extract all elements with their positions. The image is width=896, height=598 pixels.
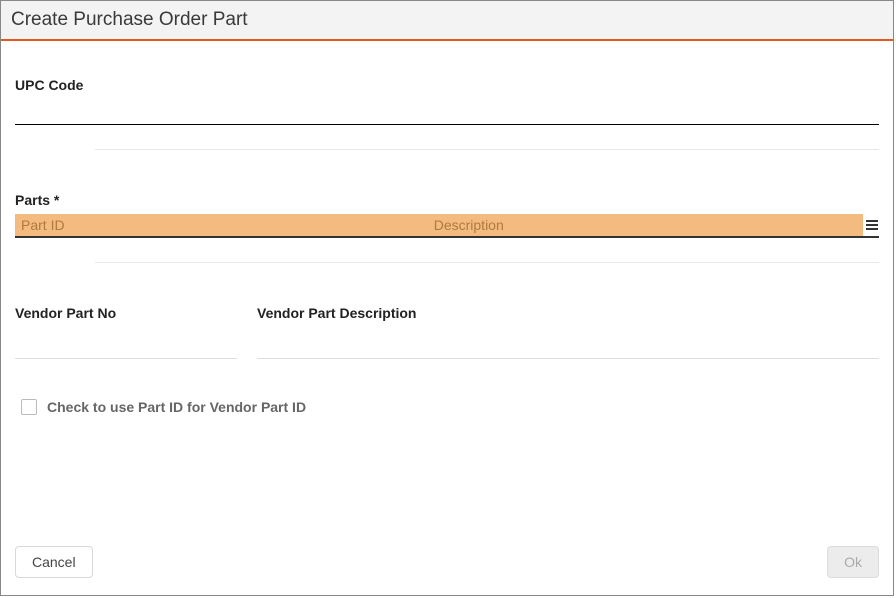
parts-label: Parts * <box>15 192 879 208</box>
parts-menu-icon[interactable] <box>863 214 879 236</box>
vendor-part-description-input[interactable] <box>257 333 879 359</box>
parts-column-part-id: Part ID <box>15 214 430 236</box>
vendor-part-no-input[interactable] <box>15 333 237 359</box>
parts-field: Parts * Part ID Description <box>15 192 879 263</box>
upc-code-input[interactable] <box>15 99 879 125</box>
ok-button[interactable]: Ok <box>827 546 879 578</box>
use-part-id-checkbox[interactable] <box>21 399 37 415</box>
dialog-body: UPC Code Parts * Part ID Description <box>1 41 893 415</box>
vendor-fields-row: Vendor Part No Vendor Part Description <box>15 305 879 359</box>
cancel-button[interactable]: Cancel <box>15 546 93 578</box>
vendor-part-description-label: Vendor Part Description <box>257 305 879 321</box>
upc-code-label: UPC Code <box>15 77 879 93</box>
use-part-id-checkbox-row: Check to use Part ID for Vendor Part ID <box>21 399 879 415</box>
upc-code-field: UPC Code <box>15 77 879 150</box>
vendor-part-no-label: Vendor Part No <box>15 305 237 321</box>
parts-header-row[interactable]: Part ID Description <box>15 214 879 238</box>
dialog-header: Create Purchase Order Part <box>1 1 893 41</box>
vendor-part-description-field: Vendor Part Description <box>257 305 879 359</box>
divider <box>95 262 879 263</box>
create-purchase-order-part-dialog: Create Purchase Order Part UPC Code Part… <box>0 0 894 596</box>
vendor-part-no-field: Vendor Part No <box>15 305 237 359</box>
use-part-id-checkbox-label: Check to use Part ID for Vendor Part ID <box>47 399 306 415</box>
dialog-title: Create Purchase Order Part <box>11 9 248 31</box>
dialog-footer: Cancel Ok <box>1 541 893 595</box>
parts-column-description: Description <box>430 214 863 236</box>
divider <box>95 149 879 150</box>
